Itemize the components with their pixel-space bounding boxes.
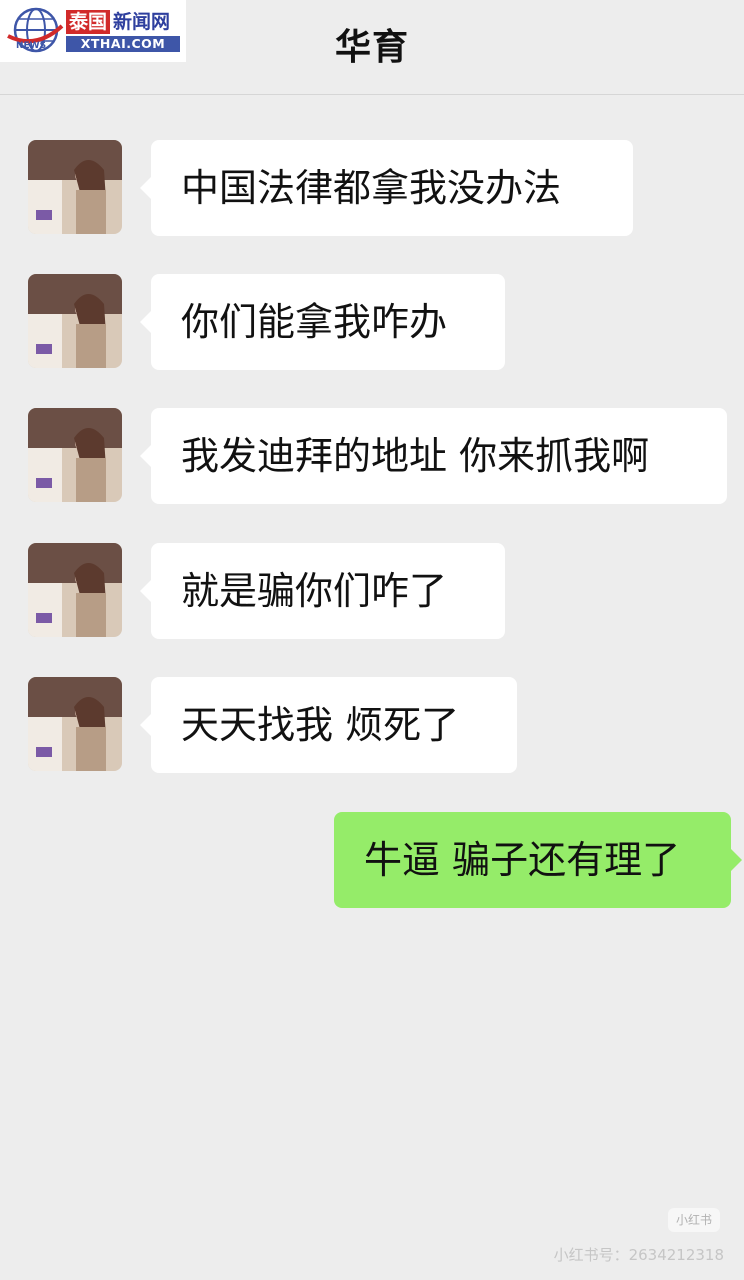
logo-cn-part-a: 泰国	[66, 10, 111, 34]
contact-avatar[interactable]	[28, 408, 122, 502]
logo-domain: XTHAI.COM	[66, 36, 180, 52]
contact-avatar[interactable]	[28, 677, 122, 771]
logo-news-text: NEWS	[16, 41, 46, 51]
globe-icon: NEWS	[7, 7, 64, 53]
avatar-image	[28, 408, 122, 502]
incoming-message-bubble[interactable]: 天天找我 烦死了	[140, 677, 517, 773]
contact-avatar[interactable]	[28, 543, 122, 637]
outgoing-message-bubble[interactable]: 牛逼 骗子还有理了	[334, 812, 742, 908]
watermark-id: 小红书号：2634212318	[553, 1246, 724, 1264]
incoming-message-bubble[interactable]: 你们能拿我咋办	[140, 274, 505, 370]
logo-cn-part-b: 新闻网	[113, 11, 171, 33]
watermark-brand: 小红书	[668, 1208, 720, 1232]
incoming-message-bubble[interactable]: 就是骗你们咋了	[140, 543, 505, 639]
incoming-message-bubble[interactable]: 我发迪拜的地址 你来抓我啊	[140, 408, 727, 504]
avatar-image	[28, 677, 122, 771]
contact-avatar[interactable]	[28, 140, 122, 234]
contact-avatar[interactable]	[28, 274, 122, 368]
avatar-image	[28, 274, 122, 368]
avatar-image	[28, 140, 122, 234]
xthai-logo: NEWS 泰国 新闻网 XTHAI.COM	[0, 0, 186, 62]
avatar-image	[28, 543, 122, 637]
incoming-message-bubble[interactable]: 中国法律都拿我没办法	[140, 140, 633, 236]
logo-chinese-name: 泰国 新闻网	[66, 10, 170, 34]
